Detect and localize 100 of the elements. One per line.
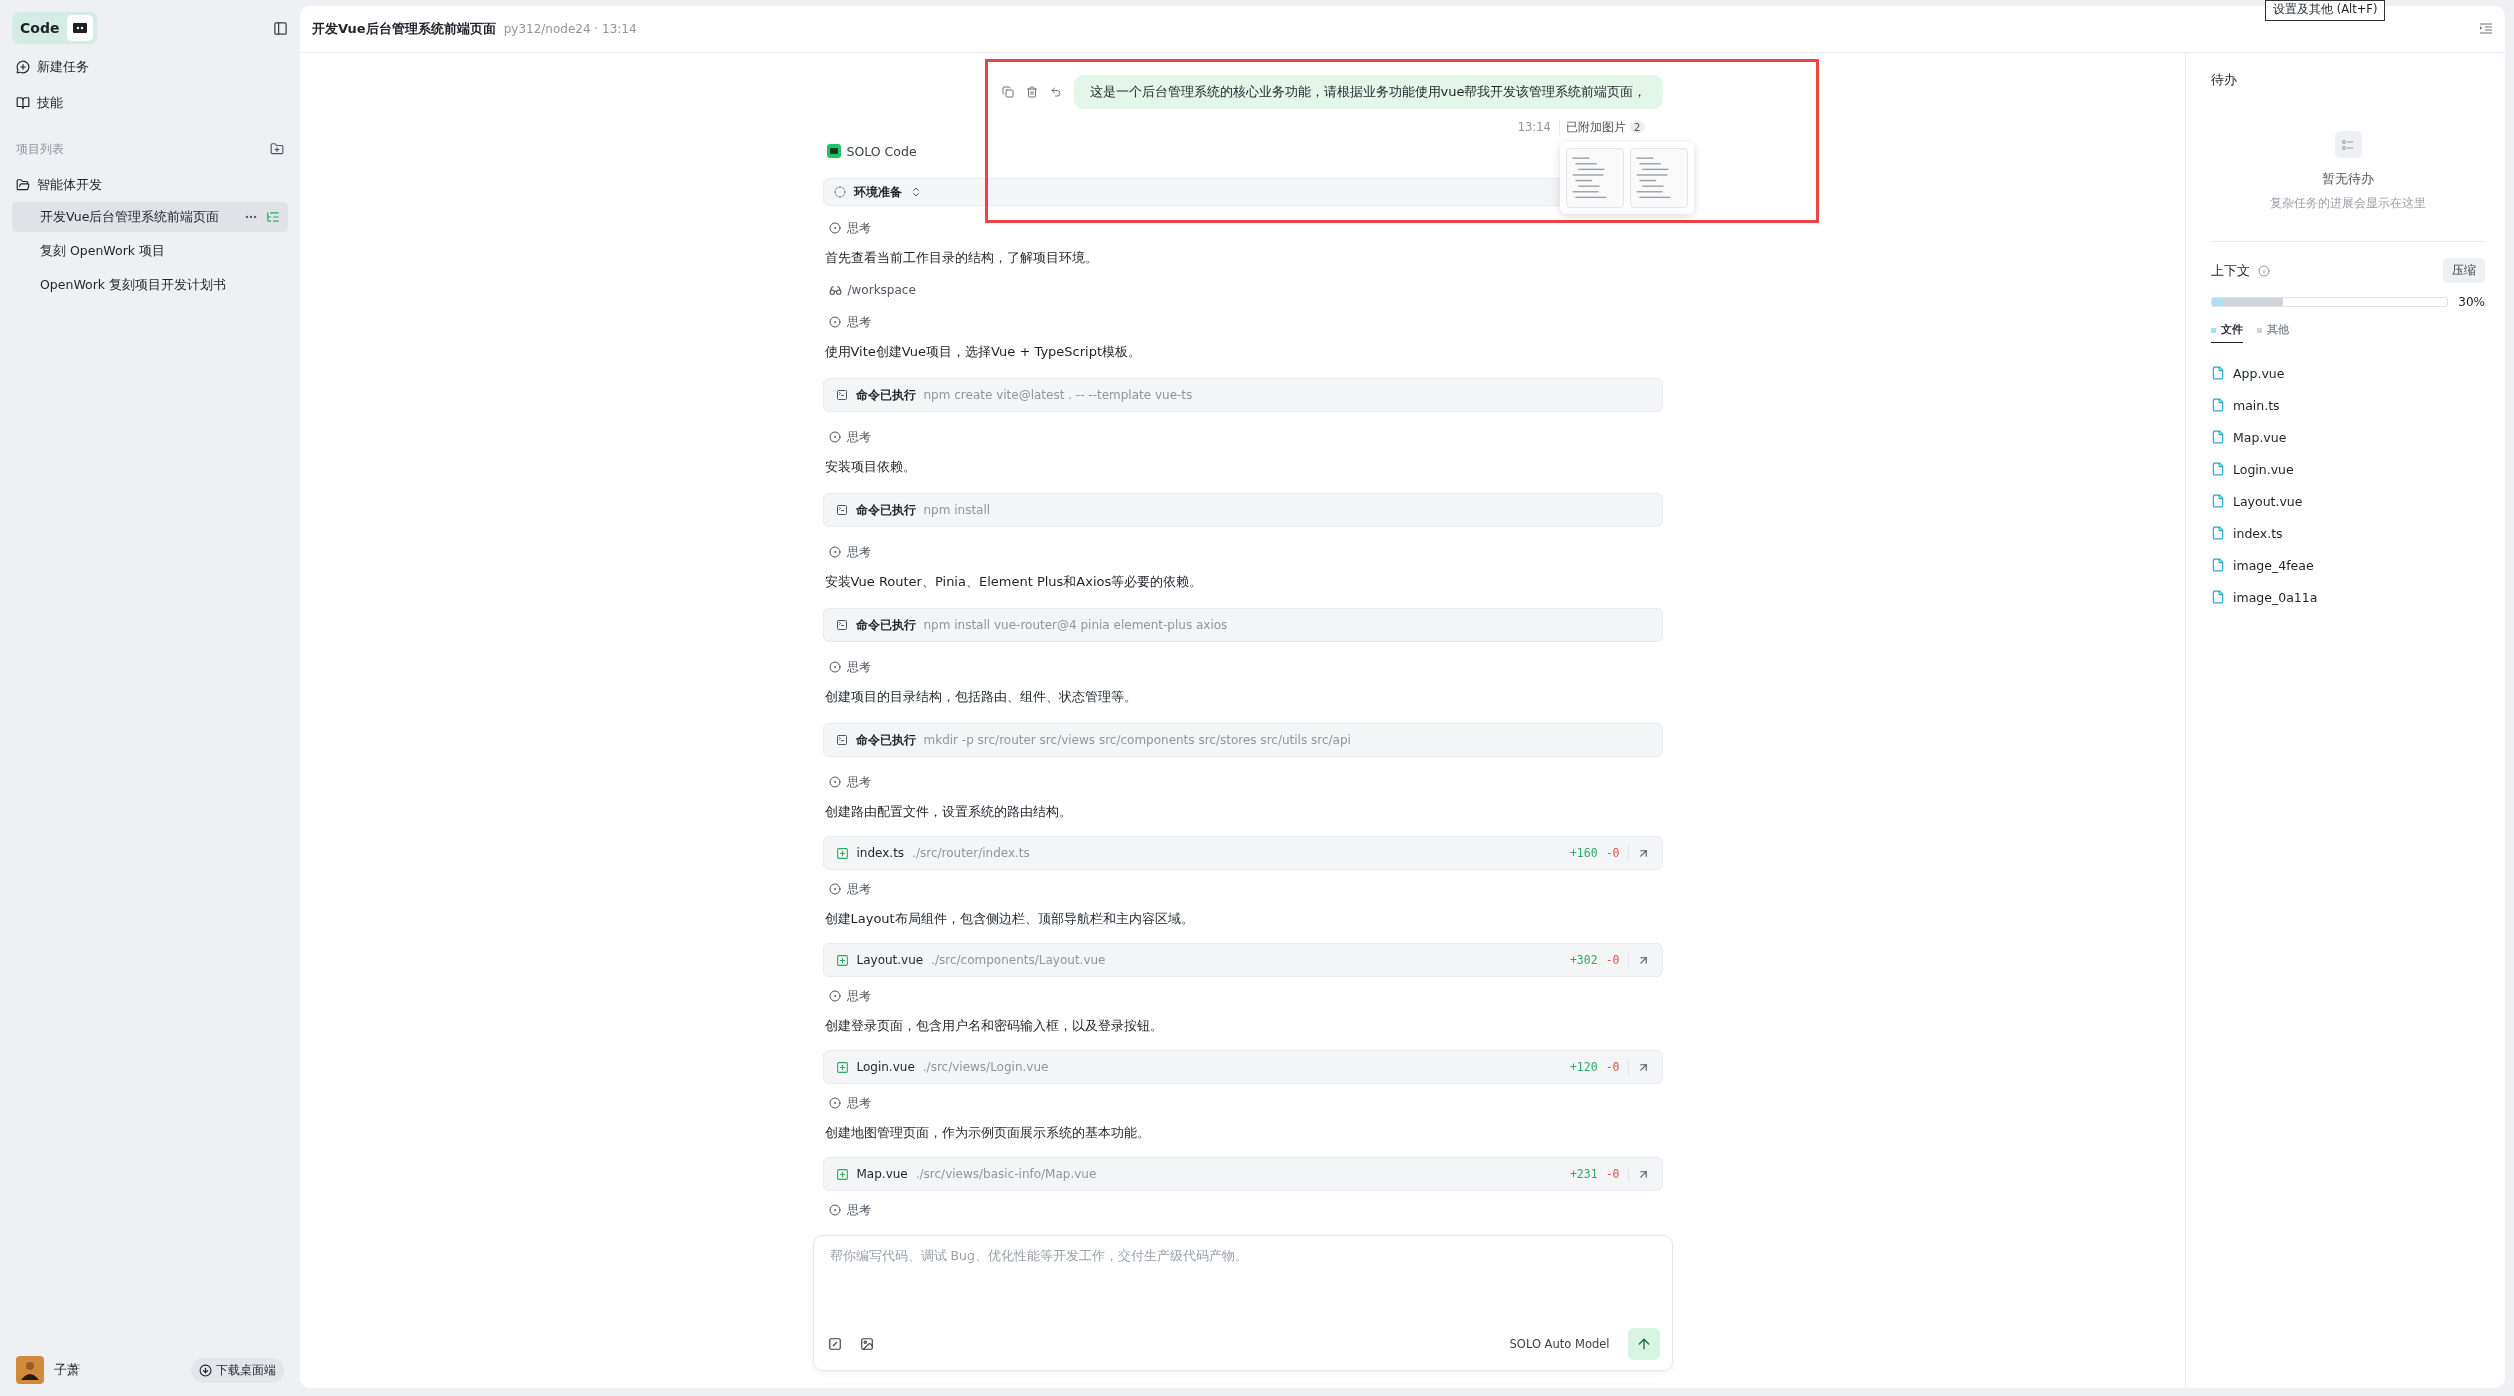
file-icon <box>2211 462 2225 476</box>
empty-title: 暂无待办 <box>2322 170 2374 188</box>
thought-label: 思考 <box>846 988 871 1004</box>
usage-percent: 30% <box>2458 295 2485 309</box>
plus-square-icon <box>835 846 849 860</box>
command-label: 命令已执行 <box>855 616 916 634</box>
agent-name: SOLO Code <box>846 143 917 159</box>
added-count: +160 <box>1569 846 1598 860</box>
removed-count: -0 <box>1605 953 1629 967</box>
context-file[interactable]: Login.vue <box>2211 453 2485 485</box>
thought-label: 思考 <box>846 659 871 675</box>
step-text: 创建Layout布局组件，包含侧边栏、顶部导航栏和主内容区域。 <box>823 910 1195 928</box>
added-count: +231 <box>1569 1167 1598 1181</box>
context-file[interactable]: main.ts <box>2211 389 2485 421</box>
command-label: 命令已执行 <box>855 731 916 749</box>
file-name: Login.vue <box>856 1060 915 1074</box>
file-icon <box>2211 430 2225 444</box>
compress-button[interactable]: 压缩 <box>2443 258 2485 283</box>
image-thumbnail <box>1565 147 1624 208</box>
terminal-icon <box>835 504 848 516</box>
circle-icon <box>828 776 841 788</box>
context-tab[interactable]: 文件 <box>2211 323 2243 343</box>
dashed-circle-icon <box>833 186 846 198</box>
thought-label: 思考 <box>846 544 871 560</box>
task-item[interactable]: OpenWork 复刻项目开发计划书 <box>12 270 288 300</box>
command-text: npm install vue-router@4 pinia element-plus axios <box>923 618 1228 632</box>
context-file[interactable]: App.vue <box>2211 357 2485 389</box>
nav-item[interactable]: 技能 <box>12 90 288 116</box>
task-item[interactable]: 复刻 OpenWork 项目 <box>12 236 288 266</box>
book-icon <box>16 96 30 110</box>
task-meta: py312/node24 · 13:14 <box>503 22 637 36</box>
circle-icon <box>828 990 841 1002</box>
file-name: Layout.vue <box>856 953 924 967</box>
step-text: 使用Vite创建Vue项目，选择Vue + TypeScript模板。 <box>823 343 1143 361</box>
info-icon <box>2258 264 2270 277</box>
list-icon <box>2334 131 2362 158</box>
model-selector[interactable]: SOLO Auto Model <box>1509 1337 1610 1351</box>
plus-square-icon <box>835 1167 849 1181</box>
empty-hint: 复杂任务的进展会显示在这里 <box>2270 196 2426 211</box>
context-file[interactable]: Layout.vue <box>2211 485 2485 517</box>
context-title: 上下文 <box>2211 261 2250 280</box>
removed-count: -0 <box>1605 1167 1629 1181</box>
nav-item[interactable]: 新建任务 <box>12 54 288 80</box>
step-text: 创建项目的目录结构，包括路由、组件、状态管理等。 <box>823 688 1138 706</box>
context-file[interactable]: image_4feae <box>2211 549 2485 581</box>
folder-icon <box>16 178 30 192</box>
file-path: ./src/views/Login.vue <box>922 1060 1049 1074</box>
file-name: Map.vue <box>856 1167 908 1181</box>
sidebar-toggle-icon[interactable] <box>273 20 288 36</box>
avatar <box>16 1356 44 1384</box>
step-text: 创建登录页面，包含用户名和密码输入框，以及登录按钮。 <box>823 1017 1164 1035</box>
file-path: ./src/router/index.ts <box>912 846 1030 860</box>
todo-title: 待办 <box>2211 71 2238 89</box>
step-text: 首先查看当前工作目录的结构，了解项目环境。 <box>823 249 1099 267</box>
path-text: /workspace <box>847 283 916 297</box>
plus-square-icon <box>835 953 849 967</box>
new-folder-icon[interactable] <box>270 142 284 156</box>
command-text: npm create vite@latest . -- --template vue-ts <box>923 388 1193 402</box>
task-item[interactable]: 开发Vue后台管理系统前端页面 <box>12 202 288 232</box>
circle-icon <box>828 883 841 895</box>
command-text: mkdir -p src/router src/views src/components src/stores src/utils src/api <box>923 733 1351 747</box>
attachments-chip[interactable]: 已附加图片 2 <box>1558 119 1645 135</box>
step-text: 安装Vue Router、Pinia、Element Plus和Axios等必要的依赖。 <box>823 573 1204 591</box>
command-text: npm install <box>923 503 991 517</box>
trash-icon[interactable] <box>1025 86 1038 98</box>
slash-command-icon[interactable] <box>827 1337 842 1351</box>
user-message: 这是一个后台管理系统的核心业务功能，请根据业务功能使用vue帮我开发该管理系统前端页面， <box>1073 75 1663 109</box>
image-icon[interactable] <box>859 1337 874 1351</box>
command-label: 命令已执行 <box>855 386 916 404</box>
glasses-icon <box>828 283 842 297</box>
file-name: index.ts <box>856 846 905 860</box>
terminal-icon <box>835 389 848 401</box>
copy-icon[interactable] <box>1001 86 1014 98</box>
circle-icon <box>828 1097 841 1109</box>
terminal-icon <box>835 734 848 746</box>
task-title: 开发Vue后台管理系统前端页面 <box>312 20 496 38</box>
thought-label: 思考 <box>846 1095 871 1111</box>
thought-label: 思考 <box>846 429 871 445</box>
message-time: 13:14 <box>1517 120 1551 134</box>
list-tree-icon <box>266 210 280 224</box>
brand-switch[interactable]: Code <box>12 12 98 44</box>
prompt-field[interactable]: 帮你编写代码、调试 Bug、优化性能等开发工作，交付生产级代码产物。 SOLO Auto Model <box>812 1235 1673 1371</box>
project-folder[interactable]: 智能体开发 <box>12 172 288 198</box>
plus-square-icon <box>835 1060 849 1074</box>
download-icon <box>199 1363 212 1377</box>
circle-icon <box>828 222 841 234</box>
circle-icon <box>828 546 841 558</box>
removed-count: -0 <box>1605 1060 1629 1074</box>
file-icon <box>2211 398 2225 412</box>
added-count: +120 <box>1569 1060 1598 1074</box>
context-file[interactable]: Map.vue <box>2211 421 2485 453</box>
context-file[interactable]: image_0a11a <box>2211 581 2485 613</box>
context-file[interactable]: index.ts <box>2211 517 2485 549</box>
undo-icon[interactable] <box>1049 86 1062 98</box>
send-button[interactable] <box>1627 1328 1660 1360</box>
download-button[interactable]: 下载桌面端 <box>191 1357 284 1383</box>
file-icon <box>2211 494 2225 508</box>
step-text: 创建地图管理页面，作为示例页面展示系统的基本功能。 <box>823 1124 1151 1142</box>
code-icon <box>72 22 89 34</box>
agent-icon <box>826 144 841 158</box>
